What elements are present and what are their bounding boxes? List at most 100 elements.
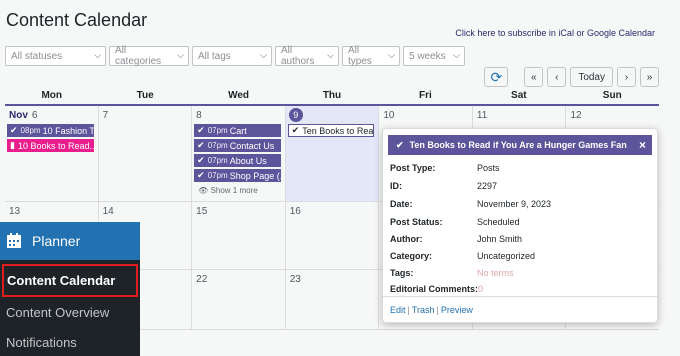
- refresh-button[interactable]: ⟳: [484, 67, 509, 87]
- post-details-popup: ✔ Ten Books to Read if You Are a Hunger …: [382, 128, 658, 323]
- planner-menu[interactable]: Planner: [0, 222, 140, 260]
- tag-filter-value: All tags: [198, 50, 231, 62]
- month-label: Nov: [9, 110, 28, 121]
- trash-link[interactable]: Trash: [412, 305, 435, 315]
- day-header: Wed: [228, 90, 250, 101]
- show-more-label: Show 1 more: [210, 186, 258, 195]
- day-header: Fri: [419, 90, 432, 101]
- event-title: 10 Books to Read...: [17, 140, 94, 151]
- calendar-day[interactable]: 7: [99, 106, 193, 201]
- type-filter-value: All types: [348, 45, 372, 67]
- author-row: Author: John Smith: [390, 234, 522, 244]
- check-icon: ✔: [291, 125, 300, 135]
- event-time: 07pm: [207, 156, 228, 165]
- chevron-down-icon: ⌵: [327, 50, 334, 60]
- today-date-badge: 9: [288, 108, 303, 122]
- first-page-button[interactable]: «: [524, 67, 544, 87]
- calendar-day[interactable]: 22: [192, 270, 286, 329]
- date-number: 12: [570, 110, 582, 121]
- event-time: 08pm: [20, 126, 41, 135]
- event-title: Contact Us: [229, 140, 275, 151]
- day-header: Thu: [322, 90, 342, 101]
- subscribe-link[interactable]: Click here to subscribe in iCal or Googl…: [455, 28, 655, 38]
- calendar-event[interactable]: ✔ 07pm About Us: [194, 154, 281, 167]
- chevron-down-icon: ⌵: [94, 50, 101, 60]
- category-row: Category: Uncategorized: [390, 251, 535, 261]
- calendar-day-today[interactable]: 9 ✔ Ten Books to Rea...: [285, 106, 380, 201]
- field-value: Posts: [477, 163, 500, 173]
- event-time: 07pm: [207, 141, 228, 150]
- calendar-day[interactable]: 15: [192, 202, 286, 269]
- show-more-link[interactable]: 👁 Show 1 more: [198, 186, 258, 195]
- event-title: 10 Fashion T...: [42, 125, 94, 136]
- field-value: November 9, 2023: [477, 199, 552, 209]
- date-number: 22: [196, 274, 208, 285]
- tags-row: Tags: No terms: [390, 268, 514, 278]
- close-icon[interactable]: ×: [639, 138, 646, 152]
- field-label: Date:: [390, 199, 413, 209]
- weeks-filter[interactable]: 5 weeks ⌵: [403, 46, 465, 66]
- post-type-row: Post Type: Posts: [390, 163, 500, 173]
- next-page-button[interactable]: ›: [617, 67, 636, 87]
- page-title: Content Calendar: [6, 10, 148, 30]
- field-label: Editorial Comments:: [390, 284, 479, 294]
- calendar-event-selected[interactable]: ✔ Ten Books to Rea...: [287, 124, 375, 137]
- sidebar-item-notifications[interactable]: Notifications: [0, 327, 140, 356]
- eye-icon: 👁: [198, 186, 209, 195]
- day-header: Sun: [602, 90, 622, 101]
- calendar-day[interactable]: 23: [286, 270, 380, 329]
- edit-link[interactable]: Edit: [390, 305, 406, 315]
- day-header: Sat: [511, 90, 527, 101]
- calendar-event[interactable]: ✔07pmShop Page (...: [194, 169, 281, 182]
- date-number: Nov 6: [9, 110, 37, 121]
- tag-filter[interactable]: All tags ⌵: [192, 46, 272, 66]
- status-filter[interactable]: All statuses ⌵: [5, 46, 106, 66]
- date-number: 14: [102, 206, 114, 217]
- field-label: Tags:: [390, 268, 414, 278]
- field-value: 2297: [477, 181, 498, 191]
- field-value: Uncategorized: [477, 251, 536, 261]
- check-icon: ✔: [10, 125, 18, 135]
- calendar-day[interactable]: Nov6 ✔08pm10 Fashion T... ▮10 Books to R…: [5, 106, 99, 201]
- calendar-event[interactable]: ✔08pm10 Fashion T...: [7, 124, 94, 137]
- type-filter[interactable]: All types ⌵: [342, 45, 400, 67]
- sidebar-item-content-calendar[interactable]: Content Calendar: [2, 264, 138, 297]
- prev-page-button[interactable]: ‹: [547, 67, 567, 87]
- check-icon: ✔: [197, 140, 205, 150]
- sidebar-item-content-overview[interactable]: Content Overview: [0, 297, 140, 327]
- event-title: Shop Page (...: [229, 170, 281, 181]
- date-row: Date: November 9, 2023: [390, 199, 551, 209]
- date-number: 13: [9, 206, 21, 217]
- check-icon: ✔: [197, 155, 205, 165]
- refresh-icon: ⟳: [490, 68, 503, 85]
- day-header: Tue: [136, 90, 154, 101]
- date-number: 23: [289, 274, 301, 285]
- weeks-filter-value: 5 weeks: [409, 50, 446, 62]
- field-label: ID:: [390, 181, 402, 191]
- today-button[interactable]: Today: [570, 67, 613, 87]
- event-title: Ten Books to Rea...: [302, 125, 375, 136]
- check-icon: ✔: [396, 139, 404, 150]
- date-number: 15: [196, 206, 208, 217]
- chevron-down-icon: ⌵: [260, 50, 267, 60]
- admin-sidebar: Planner Content Calendar Content Overvie…: [0, 222, 140, 356]
- day-header-row: Mon Tue Wed Thu Fri Sat Sun: [5, 90, 659, 106]
- field-label: Post Type:: [390, 163, 436, 173]
- field-value: John Smith: [477, 234, 523, 244]
- chevron-down-icon: ⌵: [453, 50, 460, 60]
- preview-link[interactable]: Preview: [441, 305, 473, 315]
- calendar-day[interactable]: 16: [286, 202, 380, 269]
- calendar-event[interactable]: ▮ 10 Books to Read...: [7, 139, 94, 152]
- author-filter[interactable]: All authors ⌵: [275, 45, 339, 67]
- date-number: 7: [102, 110, 109, 121]
- date-number: 8: [196, 110, 202, 121]
- field-value: 0: [478, 284, 484, 294]
- date-label: 6: [31, 110, 38, 121]
- last-page-button[interactable]: »: [640, 67, 659, 87]
- event-time: 07pm: [207, 171, 228, 180]
- calendar-event[interactable]: ✔ 07pm Contact Us: [194, 139, 281, 152]
- popup-header: ✔ Ten Books to Read if You Are a Hunger …: [388, 135, 652, 155]
- calendar-event[interactable]: ✔ 07pm Cart: [194, 124, 281, 137]
- calendar-day[interactable]: 8 ✔ 07pm Cart ✔ 07pm Contact Us ✔ 07pm About U…: [192, 106, 286, 201]
- category-filter[interactable]: All categories ⌵: [109, 45, 189, 67]
